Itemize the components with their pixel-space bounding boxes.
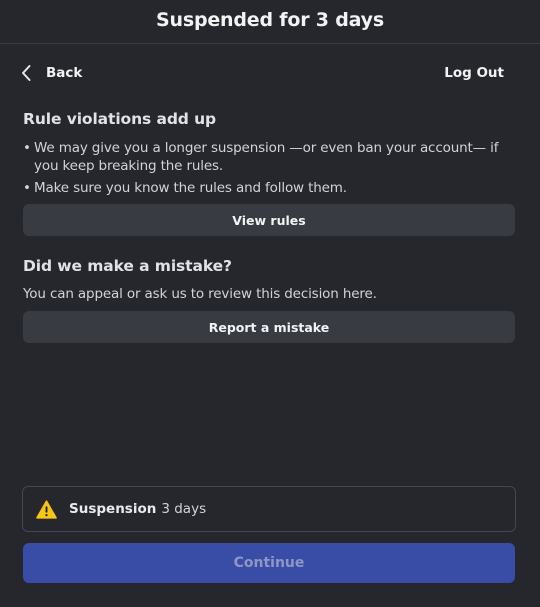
nav-bar: Back Log Out	[0, 54, 540, 92]
header-bar: Suspended for 3 days	[0, 0, 540, 44]
logout-button[interactable]: Log Out	[444, 60, 504, 86]
warning-icon	[36, 499, 57, 519]
appeal-text: You can appeal or ask us to review this …	[23, 286, 377, 302]
mistake-heading: Did we make a mistake?	[23, 257, 232, 275]
rules-heading: Rule violations add up	[23, 110, 217, 128]
list-item-text: We may give you a longer suspension —or …	[34, 140, 499, 174]
continue-button[interactable]: Continue	[23, 543, 515, 583]
rules-list: • We may give you a longer suspension —o…	[23, 139, 518, 201]
list-item: • We may give you a longer suspension —o…	[23, 139, 518, 175]
report-mistake-button[interactable]: Report a mistake	[23, 311, 515, 343]
page-title: Suspended for 3 days	[156, 9, 384, 31]
suspension-duration: 3 days	[161, 501, 207, 517]
bullet-marker: •	[23, 140, 31, 156]
suspension-summary: Suspension 3 days	[22, 486, 516, 532]
list-item: • Make sure you know the rules and follo…	[23, 179, 518, 197]
suspension-label: Suspension	[69, 501, 157, 517]
back-button[interactable]: Back	[20, 60, 82, 86]
back-label: Back	[46, 65, 83, 81]
chevron-left-icon	[20, 64, 32, 82]
view-rules-button[interactable]: View rules	[23, 204, 515, 236]
bullet-marker: •	[23, 180, 31, 196]
list-item-text: Make sure you know the rules and follow …	[34, 180, 347, 196]
